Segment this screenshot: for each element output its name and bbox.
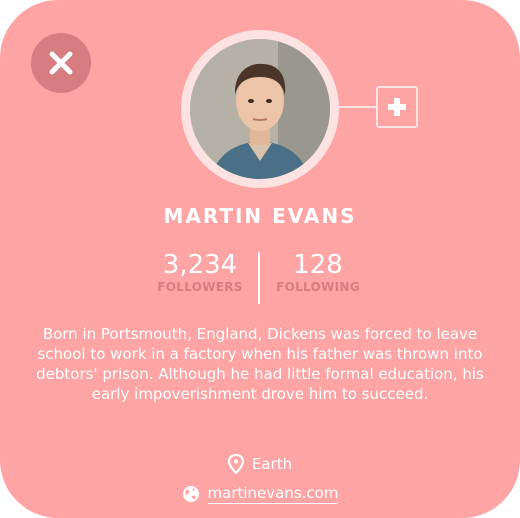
followers-stat[interactable]: 3,234 FOLLOWERS — [150, 250, 250, 294]
stats-section: 3,234 FOLLOWERS 128 FOLLOWING — [0, 250, 520, 306]
add-friend-button[interactable] — [376, 86, 418, 128]
following-stat[interactable]: 128 FOLLOWING — [270, 250, 366, 294]
profile-bio: Born in Portsmouth, England, Dickens was… — [36, 325, 484, 403]
following-label: FOLLOWING — [276, 280, 360, 294]
connector-line — [339, 106, 377, 108]
close-button[interactable] — [31, 33, 91, 93]
plus-icon — [388, 98, 406, 116]
globe-icon — [182, 486, 199, 502]
avatar — [190, 39, 330, 179]
followers-count: 3,234 — [162, 250, 238, 280]
location-row: Earth — [0, 454, 520, 474]
website-row: martinevans.com — [0, 484, 520, 504]
close-icon — [49, 51, 73, 75]
following-count: 128 — [293, 250, 343, 280]
avatar-ring — [181, 30, 339, 188]
stats-divider — [258, 252, 260, 304]
website-link[interactable]: martinevans.com — [207, 484, 339, 504]
profile-name: MARTIN EVANS — [163, 204, 357, 228]
avatar-photo — [190, 39, 330, 179]
profile-card: MARTIN EVANS 3,234 FOLLOWERS 128 FOLLOWI… — [0, 0, 520, 518]
map-pin-icon — [227, 454, 244, 474]
location-text: Earth — [251, 455, 293, 473]
followers-label: FOLLOWERS — [157, 280, 243, 294]
